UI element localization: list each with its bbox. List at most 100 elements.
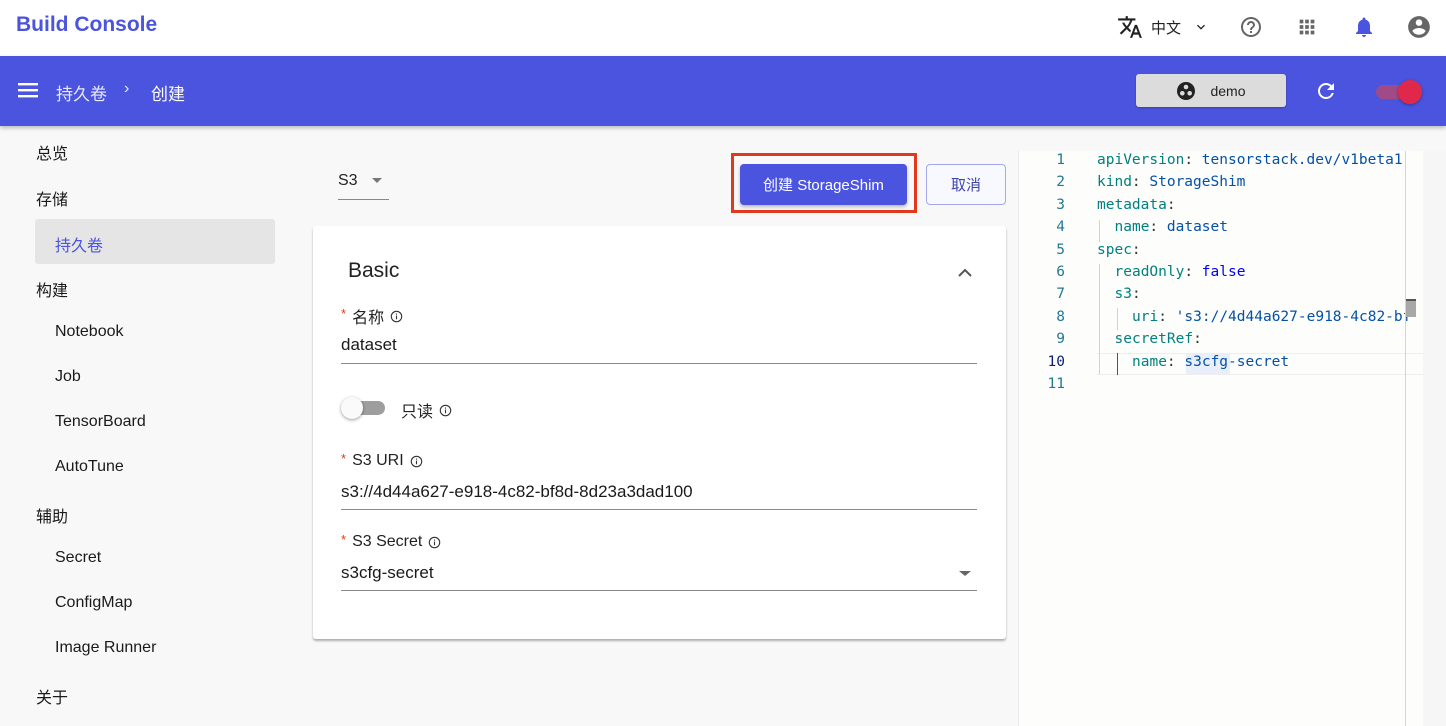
code-line: 5 spec: <box>1019 242 1424 264</box>
sidebar-item-label: 持久卷 <box>55 238 104 255</box>
code-line: 7 s3: <box>1019 286 1424 308</box>
name-label-text: 名称 <box>352 310 385 327</box>
dropdown-arrow-icon[interactable] <box>959 571 971 576</box>
bell-icon[interactable] <box>1351 14 1377 40</box>
line-number: 7 <box>1056 286 1065 303</box>
s3-secret-select[interactable]: s3cfg-secret <box>341 563 434 583</box>
s3-uri-label-text: S3 URI <box>352 452 404 469</box>
code-line: 2 kind: StorageShim <box>1019 174 1424 196</box>
readonly-label: 只读 <box>401 398 452 422</box>
readonly-label-text: 只读 <box>401 404 434 421</box>
breadcrumb-separator: › <box>124 80 130 97</box>
breadcrumb-current: 创建 <box>151 85 185 104</box>
sidebar-group-about[interactable]: 关于 <box>36 684 68 708</box>
breadcrumb-item[interactable]: 持久卷 <box>56 80 107 105</box>
sidebar: 总览 存储 持久卷 构建 Notebook Job TensorBoard Au… <box>0 126 290 726</box>
top-header: Build Console 中文 <box>0 0 1446 56</box>
account-icon[interactable] <box>1406 14 1432 40</box>
code-line: 9 secretRef: <box>1019 331 1424 353</box>
code-line: 4 name: dataset <box>1019 219 1424 241</box>
name-input-underline <box>341 363 977 364</box>
sidebar-group-auxiliary: 辅助 <box>36 509 69 526</box>
s3-secret-select-underline <box>341 590 977 591</box>
language-label: 中文 <box>1151 19 1182 37</box>
line-number: 2 <box>1056 174 1065 191</box>
toolbar-toggle[interactable] <box>1376 80 1422 104</box>
sidebar-item-image-runner[interactable]: Image Runner <box>55 639 156 657</box>
s3-uri-input-underline <box>341 509 977 510</box>
line-number: 9 <box>1056 331 1065 348</box>
kind-select-value: S3 <box>338 172 358 189</box>
section-title: Basic <box>348 259 400 282</box>
yaml-editor[interactable]: 1 apiVersion: tensorstack.dev/v1beta1 2 kin… <box>1018 151 1424 726</box>
sidebar-item-secret[interactable]: Secret <box>55 549 101 567</box>
apps-grid-icon[interactable] <box>1294 14 1320 40</box>
line-number: 1 <box>1056 152 1065 168</box>
line-number: 8 <box>1056 308 1065 325</box>
code-text: uri: 's3://4d44a627-e918-4c82-bf <box>1132 308 1412 325</box>
code-line: 3 metadata: <box>1019 197 1424 219</box>
line-number: 5 <box>1056 241 1065 258</box>
code-text: metadata: <box>1097 196 1176 213</box>
translate-icon <box>1117 14 1143 40</box>
s3-uri-field-label: * S3 URI <box>341 450 423 470</box>
required-mark: * <box>341 305 347 321</box>
name-input[interactable]: dataset <box>341 335 397 355</box>
line-number: 10 <box>1047 353 1065 370</box>
s3-secret-field-label: * S3 Secret <box>341 531 441 551</box>
sidebar-item-notebook[interactable]: Notebook <box>55 323 124 341</box>
code-text: secretRef: <box>1114 331 1202 348</box>
chevron-up-icon[interactable] <box>957 265 973 283</box>
code-text: readOnly: false <box>1114 264 1246 280</box>
code-line: 8 uri: 's3://4d44a627-e918-4c82-bf <box>1019 309 1424 331</box>
sidebar-item-autotune[interactable]: AutoTune <box>55 458 124 476</box>
info-icon[interactable] <box>410 455 423 468</box>
sidebar-item-job[interactable]: Job <box>55 368 81 386</box>
line-number: 4 <box>1056 219 1065 236</box>
namespace-icon <box>1176 81 1196 101</box>
editor-scrollbar[interactable] <box>1423 151 1446 726</box>
menu-icon[interactable] <box>18 80 40 100</box>
s3-uri-input[interactable]: s3://4d44a627-e918-4c82-bf8d-8d23a3dad10… <box>341 482 693 502</box>
editor-scrollbar-thumb[interactable] <box>1406 299 1416 317</box>
code-text: apiVersion: tensorstack.dev/v1beta1 <box>1097 152 1403 168</box>
app-title[interactable]: Build Console <box>16 13 157 37</box>
info-icon[interactable] <box>428 536 441 549</box>
create-storageshim-button[interactable]: 创建 StorageShim <box>740 164 907 205</box>
line-number: 3 <box>1056 196 1065 213</box>
language-selector[interactable]: 中文 <box>1117 14 1209 40</box>
code-text: s3: <box>1114 286 1141 303</box>
code-text: name: dataset <box>1114 219 1229 236</box>
sidebar-group-overview[interactable]: 总览 <box>36 140 68 164</box>
page-toolbar: 持久卷 › 创建 demo <box>0 56 1446 126</box>
editor-ruler <box>1405 151 1406 726</box>
sidebar-item-tensorboard[interactable]: TensorBoard <box>55 413 146 431</box>
line-number: 11 <box>1047 376 1065 392</box>
cancel-button[interactable]: 取消 <box>926 164 1006 205</box>
readonly-toggle[interactable] <box>341 397 387 419</box>
namespace-label: demo <box>1210 82 1246 99</box>
sidebar-item-configmap[interactable]: ConfigMap <box>55 594 132 612</box>
chevron-down-icon <box>1193 19 1209 35</box>
info-icon[interactable] <box>439 404 452 417</box>
code-line: 11 <box>1019 376 1424 398</box>
sidebar-item-persistent-volume[interactable]: 持久卷 <box>35 219 275 264</box>
name-field-label: * 名称 <box>341 304 403 328</box>
s3-secret-label-text: S3 Secret <box>352 533 423 550</box>
basic-section-card: Basic * 名称 dataset 只读 * S3 URI s3://4d44… <box>313 226 1006 639</box>
info-icon[interactable] <box>390 310 403 323</box>
dropdown-arrow-icon <box>372 178 382 183</box>
sidebar-group-storage[interactable]: 存储 <box>36 186 68 210</box>
code-line: 6 readOnly: false <box>1019 264 1424 286</box>
refresh-icon[interactable] <box>1314 79 1338 108</box>
help-icon[interactable] <box>1238 14 1264 40</box>
code-text: spec: <box>1097 241 1141 258</box>
required-mark: * <box>341 450 347 466</box>
namespace-button[interactable]: demo <box>1136 74 1286 107</box>
line-number: 6 <box>1056 264 1065 280</box>
code-text: name: s3cfg-secret <box>1132 353 1290 370</box>
kind-select[interactable]: S3 <box>338 168 389 200</box>
code-line: 1 apiVersion: tensorstack.dev/v1beta1 <box>1019 152 1424 174</box>
code-line: 10 name: s3cfg-secret <box>1019 354 1424 376</box>
required-mark: * <box>341 531 347 547</box>
